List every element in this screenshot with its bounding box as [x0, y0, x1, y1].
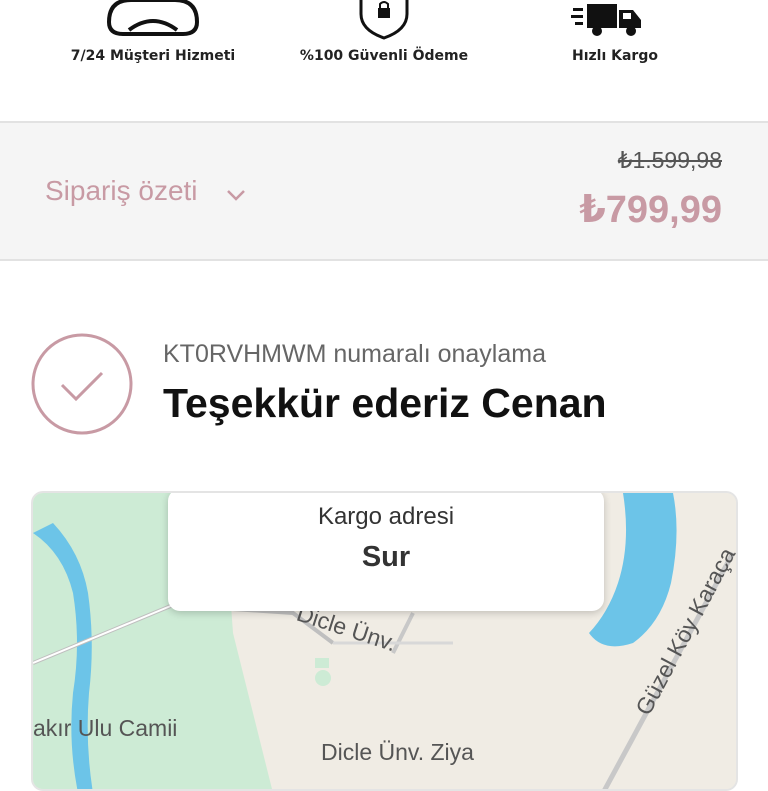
shipping-address-value: Sur	[361, 541, 411, 573]
map-label-dicle-ziya: Dicle Ünv. Ziya	[321, 739, 474, 765]
shipping-address-card: Kargo adresi Sur	[168, 493, 604, 611]
shipping-map[interactable]: Dicle Ünv. Güzel Köy Karaça akır Ulu Cam…	[31, 491, 738, 791]
check-circle-icon	[31, 333, 133, 435]
chevron-down-icon	[227, 190, 245, 201]
map-label-ulu-camii: akır Ulu Camii	[33, 715, 178, 741]
feature-label: Hızlı Kargo	[572, 48, 658, 64]
feature-label: %100 Güvenli Ödeme	[299, 48, 469, 64]
confirmation-number: KT0RVHMWM numaralı onaylama	[163, 340, 546, 368]
original-price: ₺1.599,98	[617, 147, 722, 173]
feature-label: 7/24 Müşteri Hizmeti	[70, 48, 236, 64]
features-strip: 7/24 Müşteri Hizmeti %100 Güvenli Ödeme …	[0, 0, 768, 122]
order-summary-label: Sipariş özeti	[45, 175, 198, 206]
total-price: ₺799,99	[579, 189, 722, 231]
shipping-address-title: Kargo adresi	[317, 503, 455, 530]
fast-truck-icon	[571, 4, 641, 36]
headset-icon	[106, 0, 200, 36]
order-summary-toggle[interactable]: Sipariş özeti ₺1.599,98 ₺799,99	[0, 121, 768, 261]
secure-lock-icon	[359, 0, 409, 40]
thank-you-heading: Teşekkür ederiz Cenan	[163, 380, 607, 426]
